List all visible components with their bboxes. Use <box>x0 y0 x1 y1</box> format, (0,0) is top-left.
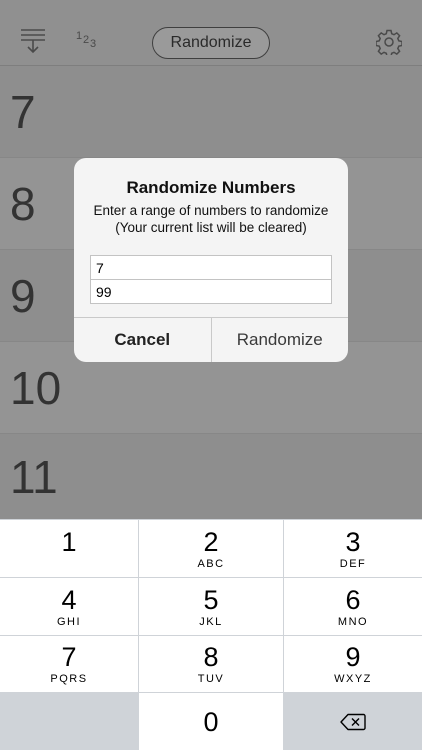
key-7[interactable]: 7 PQRS <box>0 636 138 692</box>
cancel-button[interactable]: Cancel <box>74 318 212 362</box>
sort-down-icon[interactable] <box>20 26 46 54</box>
randomize-alert: Randomize Numbers Enter a range of numbe… <box>74 158 348 362</box>
range-max-field[interactable] <box>90 280 332 304</box>
range-min-field[interactable] <box>90 255 332 280</box>
delete-key[interactable] <box>284 693 422 750</box>
top-toolbar: 1 2 3 Randomize <box>0 0 422 66</box>
key-blank <box>0 693 138 750</box>
key-6[interactable]: 6 MNO <box>284 578 422 635</box>
key-1[interactable]: 1 <box>0 520 138 577</box>
confirm-randomize-button[interactable]: Randomize <box>212 318 349 362</box>
number-order-icon[interactable]: 1 2 3 <box>74 30 100 52</box>
list-item-number: 7 <box>10 85 36 138</box>
list-item-number: 10 <box>10 361 62 414</box>
list-item[interactable]: 11 <box>0 434 422 519</box>
key-3[interactable]: 3 DEF <box>284 520 422 577</box>
backspace-icon <box>340 713 366 730</box>
randomize-button[interactable]: Randomize <box>152 27 270 59</box>
alert-message: Enter a range of numbers to randomize (Y… <box>93 203 329 235</box>
key-8[interactable]: 8 TUV <box>139 636 283 692</box>
numeric-keypad: 1 2 ABC 3 DEF 4 GHI 5 JKL 6 MNO 7 PQRS 8… <box>0 519 422 750</box>
gear-icon[interactable] <box>376 29 402 55</box>
alert-actions: Cancel Randomize <box>74 317 348 362</box>
key-5[interactable]: 5 JKL <box>139 578 283 635</box>
key-4[interactable]: 4 GHI <box>0 578 138 635</box>
key-9[interactable]: 9 WXYZ <box>284 636 422 692</box>
key-2[interactable]: 2 ABC <box>139 520 283 577</box>
list-item[interactable]: 7 <box>0 66 422 158</box>
list-item-number: 8 <box>10 177 36 230</box>
list-item-number: 9 <box>10 269 36 322</box>
list-item-number: 11 <box>10 450 58 503</box>
alert-title: Randomize Numbers <box>126 178 296 197</box>
key-0[interactable]: 0 <box>139 693 283 750</box>
